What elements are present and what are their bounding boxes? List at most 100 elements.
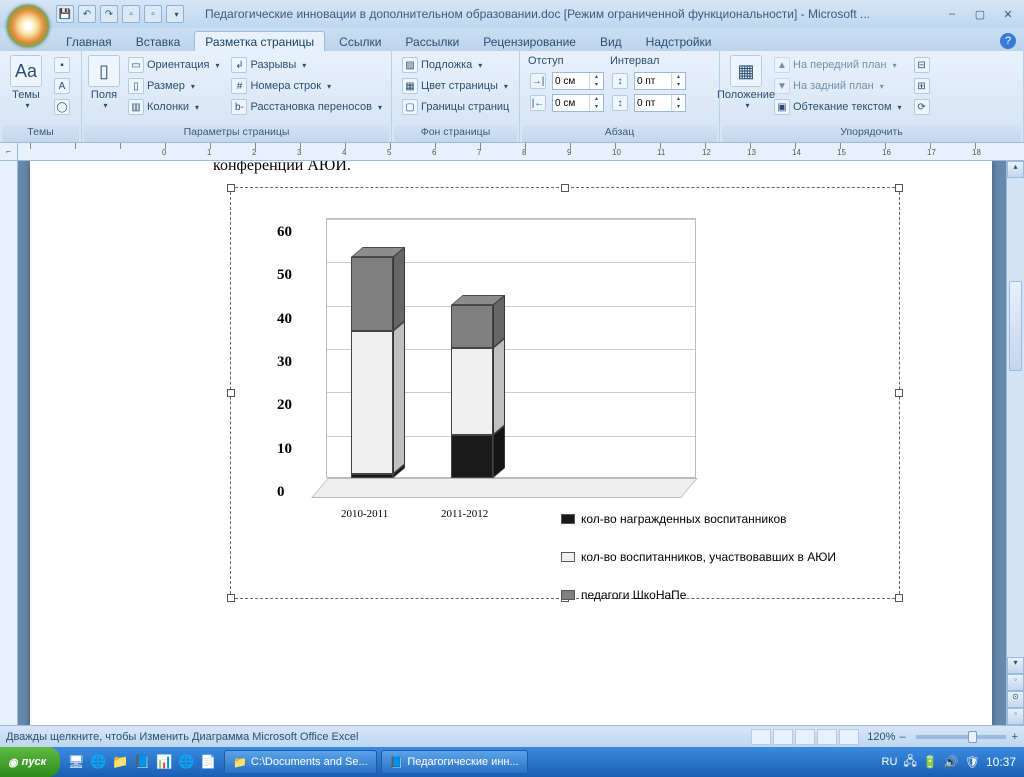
indent-right-spinner[interactable]: ▴▾ xyxy=(552,94,604,112)
tab-review[interactable]: Рецензирование xyxy=(473,32,586,51)
ruler-corner[interactable]: ⌐ xyxy=(0,143,18,161)
scroll-up-button[interactable]: ▴ xyxy=(1007,161,1024,178)
group-arrange: ▦Положение ▲На передний план ▼На задний … xyxy=(720,51,1024,142)
ql-icon[interactable]: 📘 xyxy=(132,751,152,773)
spacing-before-spinner[interactable]: ▴▾ xyxy=(634,72,686,90)
tab-addins[interactable]: Надстройки xyxy=(636,32,722,51)
resize-handle[interactable] xyxy=(561,184,569,192)
language-indicator[interactable]: RU xyxy=(882,756,898,768)
view-web-layout[interactable] xyxy=(795,729,815,745)
start-button[interactable]: ◉ пуск xyxy=(0,747,60,777)
view-draft[interactable] xyxy=(839,729,859,745)
qat-item[interactable]: ▫ xyxy=(144,5,162,23)
scrollbar-thumb[interactable] xyxy=(1009,281,1022,371)
resize-handle[interactable] xyxy=(227,389,235,397)
indent-left-spinner[interactable]: ▴▾ xyxy=(552,72,604,90)
send-back-button[interactable]: ▼На задний план xyxy=(770,76,906,96)
page-color-button[interactable]: ▦Цвет страницы xyxy=(398,76,513,96)
view-print-layout[interactable] xyxy=(751,729,771,745)
group-label: Фон страницы xyxy=(394,125,517,142)
restore-button[interactable]: ▢ xyxy=(968,6,992,22)
next-page-button[interactable]: ◦ xyxy=(1007,708,1024,725)
align-icon[interactable]: ⊟ xyxy=(910,55,934,75)
ql-icon[interactable]: 🖥 xyxy=(66,751,86,773)
clock[interactable]: 10:37 xyxy=(986,755,1016,769)
ql-icon[interactable]: 📄 xyxy=(198,751,218,773)
group-label: Упорядочить xyxy=(722,125,1021,142)
tab-page-layout[interactable]: Разметка страницы xyxy=(194,31,325,51)
ql-icon[interactable]: 🌐 xyxy=(176,751,196,773)
resize-handle[interactable] xyxy=(227,184,235,192)
ql-icon[interactable]: 📊 xyxy=(154,751,174,773)
resize-handle[interactable] xyxy=(895,184,903,192)
resize-handle[interactable] xyxy=(895,594,903,602)
undo-icon[interactable]: ↶ xyxy=(78,5,96,23)
window-title: Педагогические инновации в дополнительно… xyxy=(205,7,870,21)
tab-references[interactable]: Ссылки xyxy=(329,32,391,51)
watermark-button[interactable]: ▨Подложка xyxy=(398,55,513,75)
columns-button[interactable]: ▥Колонки xyxy=(124,97,223,117)
theme-effects-icon[interactable]: ◯ xyxy=(50,97,74,117)
group-icon[interactable]: ⊞ xyxy=(910,76,934,96)
size-button[interactable]: ▯Размер xyxy=(124,76,223,96)
status-text: Дважды щелкните, чтобы Изменить Диаграмм… xyxy=(6,731,358,743)
group-themes: AaТемы ▪ A ◯ Темы xyxy=(0,51,82,142)
office-button[interactable] xyxy=(6,4,50,48)
zoom-level[interactable]: 120% xyxy=(867,731,895,743)
qat-item[interactable]: ▫ xyxy=(122,5,140,23)
prev-page-button[interactable]: ◦ xyxy=(1007,674,1024,691)
vertical-scrollbar[interactable]: ▴ ▾ ◦ ⊙ ◦ xyxy=(1006,161,1024,725)
qat-more-icon[interactable] xyxy=(166,5,184,23)
ruler-row: ⌐ 0123456789101112131415161718 xyxy=(0,143,1024,161)
tray-icon[interactable]: 🖧 xyxy=(903,752,916,773)
vertical-ruler[interactable] xyxy=(0,161,18,725)
tab-mailings[interactable]: Рассылки xyxy=(395,32,469,51)
theme-colors-icon[interactable]: ▪ xyxy=(50,55,74,75)
tab-view[interactable]: Вид xyxy=(590,32,632,51)
view-outline[interactable] xyxy=(817,729,837,745)
minimize-button[interactable]: – xyxy=(940,6,964,22)
chart-object-selected[interactable]: 01020304050602010-20112011-2012кол-во на… xyxy=(230,187,900,599)
orientation-button[interactable]: ▭Ориентация xyxy=(124,55,223,75)
spacing-after-spinner[interactable]: ▴▾ xyxy=(634,94,686,112)
tab-insert[interactable]: Вставка xyxy=(126,32,191,51)
theme-fonts-icon[interactable]: A xyxy=(50,76,74,96)
breaks-button[interactable]: ↲Разрывы xyxy=(227,55,386,75)
indent-label: Отступ xyxy=(528,55,604,67)
ql-icon[interactable]: 📁 xyxy=(110,751,130,773)
ribbon-tabs: Главная Вставка Разметка страницы Ссылки… xyxy=(0,28,1024,51)
document-scroll[interactable]: конференции АЮИ. 01020304050602010-20112… xyxy=(18,161,1024,725)
zoom-slider[interactable] xyxy=(916,735,1006,739)
save-icon[interactable]: 💾 xyxy=(56,5,74,23)
position-label: Положение xyxy=(717,89,775,101)
zoom-in-button[interactable]: + xyxy=(1012,731,1018,743)
browse-button[interactable]: ⊙ xyxy=(1007,691,1024,708)
hyphenation-button[interactable]: b-Расстановка переносов xyxy=(227,97,386,117)
tray-volume-icon[interactable]: 🔊 xyxy=(944,755,959,769)
text-wrap-button[interactable]: ▣Обтекание текстом xyxy=(770,97,906,117)
taskbar-item[interactable]: 📘 Педагогические инн... xyxy=(381,750,528,774)
rotate-icon[interactable]: ⟳ xyxy=(910,97,934,117)
tab-home[interactable]: Главная xyxy=(56,32,122,51)
bring-front-button[interactable]: ▲На передний план xyxy=(770,55,906,75)
titlebar: 💾 ↶ ↷ ▫ ▫ Педагогические инновации в доп… xyxy=(0,0,1024,28)
taskbar-item[interactable]: 📁 C:\Documents and Se... xyxy=(224,750,376,774)
view-full-screen[interactable] xyxy=(773,729,793,745)
themes-button[interactable]: AaТемы xyxy=(4,53,48,112)
horizontal-ruler[interactable]: 0123456789101112131415161718 xyxy=(18,143,1024,161)
page-borders-button[interactable]: ▢Границы страниц xyxy=(398,97,513,117)
scroll-down-button[interactable]: ▾ xyxy=(1007,657,1024,674)
group-label: Параметры страницы xyxy=(84,125,389,142)
redo-icon[interactable]: ↷ xyxy=(100,5,118,23)
position-button[interactable]: ▦Положение xyxy=(724,53,768,112)
resize-handle[interactable] xyxy=(227,594,235,602)
help-icon[interactable]: ? xyxy=(1000,33,1016,49)
tray-icon[interactable]: 🛡 xyxy=(965,755,980,769)
close-button[interactable]: ✕ xyxy=(996,6,1020,22)
line-numbers-button[interactable]: #Номера строк xyxy=(227,76,386,96)
zoom-out-button[interactable]: – xyxy=(899,731,905,743)
ql-icon[interactable]: 🌐 xyxy=(88,751,108,773)
resize-handle[interactable] xyxy=(895,389,903,397)
margins-button[interactable]: ▯Поля xyxy=(86,53,122,112)
tray-icon[interactable]: 🔋 xyxy=(923,755,938,769)
